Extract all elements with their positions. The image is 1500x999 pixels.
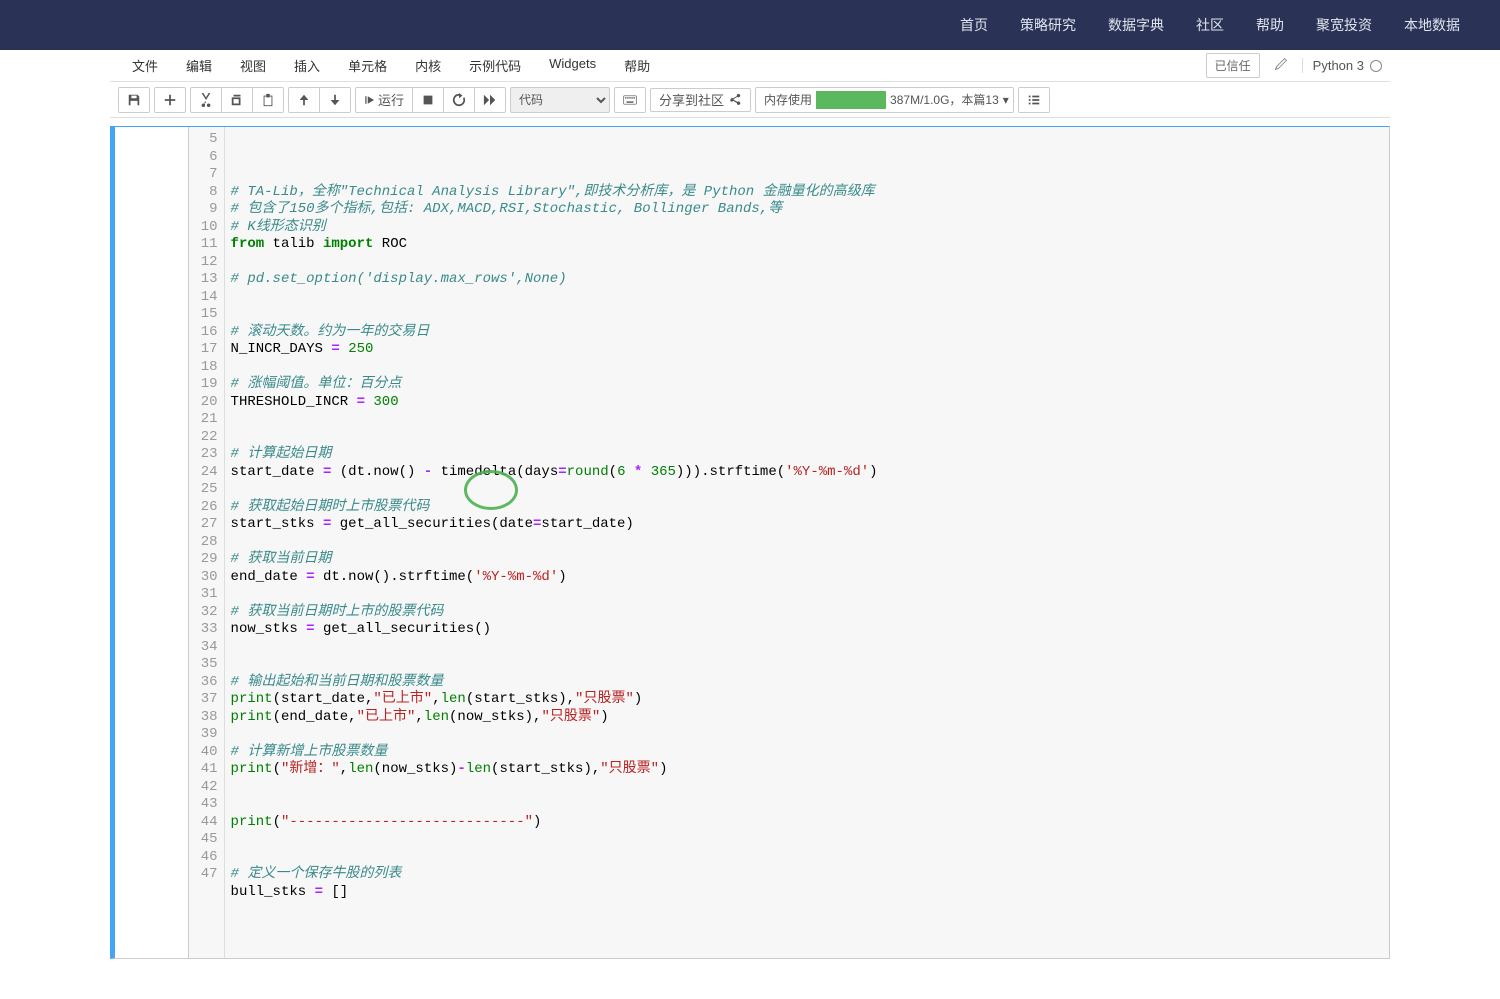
menu-item[interactable]: 文件: [118, 50, 172, 81]
trusted-badge[interactable]: 已信任: [1206, 53, 1260, 78]
kernel-idle-icon: [1370, 60, 1382, 72]
memory-label: 内存使用: [764, 91, 812, 108]
share-label: 分享到社区: [659, 90, 724, 109]
add-cell-icon[interactable]: [155, 88, 185, 112]
input-area: 5678910111213141516171819202122232425262…: [189, 127, 1389, 958]
nav-link[interactable]: 策略研究: [1020, 15, 1076, 35]
list-icon[interactable]: [1019, 88, 1049, 112]
copy-icon[interactable]: [222, 88, 253, 112]
nav-link[interactable]: 帮助: [1256, 15, 1284, 35]
stop-icon[interactable]: [413, 88, 444, 112]
menu-item[interactable]: 帮助: [610, 50, 664, 81]
notebook-area: 5678910111213141516171819202122232425262…: [0, 118, 1500, 999]
memory-indicator[interactable]: 内存使用 387M/1.0G，本篇13 ▾: [755, 87, 1014, 113]
nav-link[interactable]: 社区: [1196, 15, 1224, 35]
run-label: 运行: [378, 90, 404, 109]
menu-item[interactable]: 单元格: [334, 50, 401, 81]
menu-item[interactable]: 示例代码: [455, 50, 535, 81]
restart-icon[interactable]: [444, 88, 475, 112]
share-button[interactable]: 分享到社区: [650, 88, 751, 112]
kernel-name: Python 3: [1313, 58, 1364, 73]
edit-icon[interactable]: [1268, 57, 1294, 74]
keyboard-icon[interactable]: [615, 88, 645, 112]
menu-item[interactable]: 视图: [226, 50, 280, 81]
nav-link[interactable]: 本地数据: [1404, 15, 1460, 35]
chevron-down-icon: ▾: [1003, 93, 1009, 107]
code-cell[interactable]: 5678910111213141516171819202122232425262…: [110, 126, 1390, 959]
move-up-icon[interactable]: [289, 88, 320, 112]
run-all-icon[interactable]: [475, 88, 505, 112]
toolbar: 运行 代码 分享到社区 内存使用 387M/1.0G，本篇13 ▾: [110, 82, 1390, 118]
memory-text: 387M/1.0G，本篇13: [890, 91, 999, 108]
menu-item[interactable]: 内核: [401, 50, 455, 81]
save-icon[interactable]: [119, 88, 149, 112]
top-nav: 首页 策略研究 数据字典 社区 帮助 聚宽投资 本地数据: [0, 0, 1500, 50]
line-gutter: 5678910111213141516171819202122232425262…: [189, 127, 225, 958]
run-button[interactable]: 运行: [356, 88, 413, 112]
cut-icon[interactable]: [191, 88, 222, 112]
nav-link[interactable]: 聚宽投资: [1316, 15, 1372, 35]
paste-icon[interactable]: [253, 88, 283, 112]
memory-bar: [816, 91, 886, 109]
nav-link[interactable]: 数据字典: [1108, 15, 1164, 35]
menu-item[interactable]: Widgets: [535, 50, 610, 81]
menu-item[interactable]: 编辑: [172, 50, 226, 81]
celltype-select[interactable]: 代码: [510, 87, 610, 113]
kernel-indicator: Python 3: [1302, 58, 1382, 73]
menu-item[interactable]: 插入: [280, 50, 334, 81]
menubar-menus: 文件编辑视图插入单元格内核示例代码Widgets帮助: [118, 50, 664, 81]
code-editor[interactable]: # TA-Lib，全称"Technical Analysis Library",…: [225, 127, 1389, 958]
nav-link[interactable]: 首页: [960, 15, 988, 35]
menubar: 文件编辑视图插入单元格内核示例代码Widgets帮助 已信任 Python 3: [110, 50, 1390, 82]
move-down-icon[interactable]: [320, 88, 350, 112]
prompt-area: [115, 127, 189, 958]
